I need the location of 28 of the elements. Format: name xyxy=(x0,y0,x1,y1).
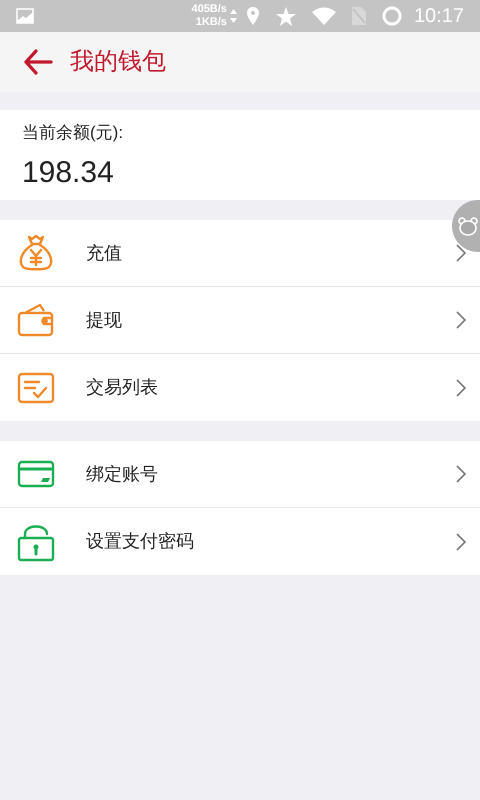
balance-label: 当前余额(元): xyxy=(22,122,124,144)
upload-speed: 405B/s xyxy=(191,3,227,16)
menu-label: 绑定账号 xyxy=(86,462,159,486)
menu-label: 提现 xyxy=(86,308,123,332)
chevron-icon xyxy=(456,465,466,483)
star-icon xyxy=(276,6,296,26)
chevron-icon xyxy=(456,311,466,329)
chevron-icon xyxy=(456,244,466,262)
clock-time: 10:17 xyxy=(414,4,464,29)
wifi-icon xyxy=(312,7,336,25)
menu-item[interactable]: 交易列表 xyxy=(0,354,480,421)
location-icon xyxy=(246,6,260,26)
back-button[interactable] xyxy=(22,47,54,77)
page-title: 我的钱包 xyxy=(70,47,166,77)
image-icon xyxy=(16,8,34,24)
menu-label: 交易列表 xyxy=(86,376,159,399)
ring-icon xyxy=(382,6,402,26)
back-arrow-icon xyxy=(23,49,53,75)
chevron-icon xyxy=(456,378,466,396)
balance-amount: 198.34 xyxy=(22,154,115,190)
menu-item[interactable]: 设置支付密码 xyxy=(0,508,480,575)
menu-item[interactable]: 提现 xyxy=(0,287,480,354)
chevron-icon xyxy=(456,532,466,550)
menu-item[interactable]: 绑定账号 xyxy=(0,441,480,508)
menu-label: 设置支付密码 xyxy=(86,530,195,553)
download-speed: 1KB/s xyxy=(196,16,227,29)
bear-icon xyxy=(458,216,478,236)
menu-label: 充值 xyxy=(86,242,123,264)
